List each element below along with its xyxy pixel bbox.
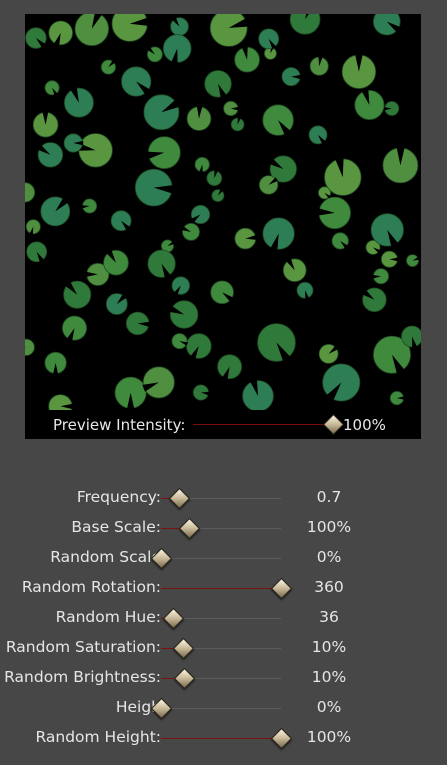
preview-intensity-slider[interactable] bbox=[193, 424, 333, 425]
height-row: Heigh 0% bbox=[0, 693, 447, 723]
random-rotation-knob[interactable] bbox=[270, 577, 293, 600]
base-scale-value: 100% bbox=[306, 518, 352, 536]
random-saturation-row: Random Saturation: 10% bbox=[0, 633, 447, 663]
frequency-row: Frequency: 0.7 bbox=[0, 483, 447, 513]
random-height-knob[interactable] bbox=[270, 727, 293, 750]
random-height-label: Random Height: bbox=[35, 728, 161, 746]
random-height-row: Random Height: 100% bbox=[0, 723, 447, 753]
random-hue-label: Random Hue: bbox=[55, 608, 161, 626]
random-brightness-knob[interactable] bbox=[173, 667, 195, 690]
height-value: 0% bbox=[316, 698, 342, 716]
preview-intensity-knob[interactable] bbox=[322, 413, 345, 436]
frequency-knob[interactable] bbox=[168, 487, 191, 510]
random-saturation-label: Random Saturation: bbox=[5, 638, 161, 656]
random-height-value: 100% bbox=[306, 728, 352, 746]
random-scale-slider[interactable] bbox=[161, 558, 281, 559]
base-scale-row: Base Scale: 100% bbox=[0, 513, 447, 543]
random-hue-row: Random Hue: 36 bbox=[0, 603, 447, 633]
random-brightness-label: Random Brightness: bbox=[4, 668, 161, 686]
base-scale-label: Base Scale: bbox=[71, 518, 161, 536]
random-rotation-label: Random Rotation: bbox=[21, 578, 161, 596]
random-saturation-value: 10% bbox=[311, 638, 347, 656]
random-scale-value: 0% bbox=[316, 548, 342, 566]
frequency-value: 0.7 bbox=[316, 488, 342, 506]
texture-preview: Preview Intensity: 100% bbox=[25, 14, 421, 439]
lily-pad-texture-image bbox=[25, 14, 421, 410]
random-scale-row: Random Scale 0% bbox=[0, 543, 447, 573]
random-hue-knob[interactable] bbox=[162, 607, 185, 630]
preview-intensity-value: 100% bbox=[343, 416, 386, 434]
random-rotation-value: 360 bbox=[314, 578, 344, 596]
random-rotation-slider[interactable] bbox=[161, 588, 281, 589]
preview-intensity-bar: Preview Intensity: 100% bbox=[25, 410, 421, 439]
frequency-label: Frequency: bbox=[76, 488, 161, 506]
base-scale-knob[interactable] bbox=[178, 517, 200, 540]
random-saturation-knob[interactable] bbox=[172, 637, 194, 660]
random-height-slider[interactable] bbox=[161, 738, 281, 739]
random-scale-label: Random Scale bbox=[50, 548, 161, 566]
preview-intensity-label: Preview Intensity: bbox=[53, 416, 186, 434]
height-slider[interactable] bbox=[161, 708, 281, 709]
random-brightness-row: Random Brightness: 10% bbox=[0, 663, 447, 693]
random-rotation-row: Random Rotation: 360 bbox=[0, 573, 447, 603]
random-brightness-value: 10% bbox=[311, 668, 347, 686]
random-hue-value: 36 bbox=[319, 608, 339, 626]
